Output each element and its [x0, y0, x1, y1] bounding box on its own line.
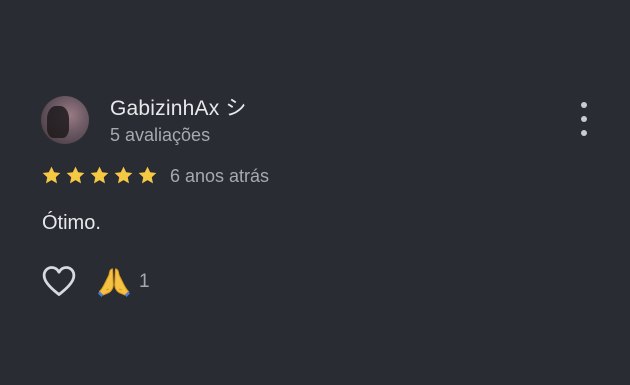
star-icon	[114, 166, 133, 184]
star-icon	[42, 166, 61, 184]
folded-hands-icon[interactable]	[97, 266, 131, 298]
folded-hands-emoji	[98, 268, 130, 297]
star-icon	[138, 166, 157, 184]
reaction-count: 1	[139, 271, 150, 292]
star-icon	[66, 166, 85, 184]
more-vert-icon-dot	[581, 116, 587, 122]
star-rating	[41, 165, 158, 187]
review-card: GabizinhAx シ 5 avaliações 6 anos atrás Ó…	[0, 0, 630, 385]
heart-outline-icon	[42, 266, 76, 296]
more-vert-icon-dot	[581, 130, 587, 136]
author-review-count[interactable]: 5 avaliações	[110, 125, 210, 146]
star-icon	[90, 166, 109, 184]
review-text: Ótimo.	[42, 212, 101, 234]
more-vert-icon	[581, 102, 587, 108]
like-button[interactable]	[40, 263, 78, 299]
more-options-button[interactable]	[572, 102, 596, 136]
author-name[interactable]: GabizinhAx シ	[110, 92, 247, 122]
avatar[interactable]	[41, 96, 89, 144]
avatar-image	[47, 106, 69, 138]
review-date: 6 anos atrás	[170, 166, 270, 186]
